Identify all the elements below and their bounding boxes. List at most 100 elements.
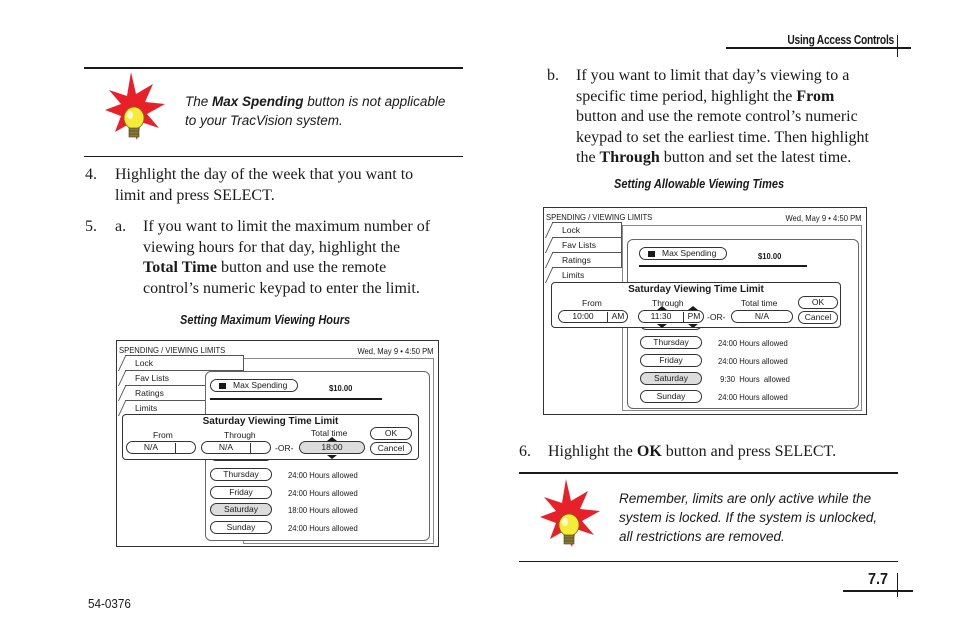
square-icon: [648, 251, 655, 257]
cancel-button[interactable]: Cancel: [370, 442, 412, 455]
through-ampm: PM: [687, 311, 701, 321]
max-spending-label: Max Spending: [662, 248, 717, 258]
step-5b-line2: specific time period, highlight the: [576, 87, 797, 105]
note-bottom-line3: all restrictions are removed.: [619, 529, 785, 544]
step-5-number: 5.: [85, 218, 97, 235]
through-field[interactable]: 11:30 PM: [638, 310, 704, 323]
step-5a-line4: control’s numeric keypad to enter the li…: [143, 279, 420, 297]
screen-allowable-viewing-times: SPENDING / VIEWING LIMITS Wed, May 9 • 4…: [543, 207, 867, 415]
step-5b-text: If you want to limit that day’s viewing …: [576, 66, 869, 169]
decrement-arrow-icon[interactable]: [688, 324, 698, 328]
step-6-bold: OK: [636, 443, 662, 460]
day-hours: 24:00 Hours allowed: [718, 392, 788, 402]
lightbulb-burst-icon: [540, 479, 600, 547]
note-bottom-line2: system is locked. If the system is unloc…: [619, 510, 878, 525]
total-time-field[interactable]: N/A: [731, 310, 793, 323]
tab-label: Lock: [135, 358, 153, 368]
footer-rule: [843, 590, 913, 592]
decrement-arrow-icon[interactable]: [657, 324, 667, 328]
max-spending-button[interactable]: Max Spending: [210, 379, 298, 392]
footer-tick: [897, 573, 898, 597]
note-top-line2: to your TracVision system.: [185, 113, 343, 128]
page-number: 7.7: [867, 571, 888, 588]
step-5a: 5. a. If you want to limit the maximum n…: [85, 217, 465, 302]
step-4-text: Highlight the day of the week that you w…: [115, 165, 413, 206]
note-bottom-line1: Remember, limits are only active while t…: [619, 491, 872, 506]
note-top-text: The Max Spending button is not applicabl…: [185, 92, 465, 130]
or-label: -OR-: [275, 443, 294, 453]
note-top-rule: [84, 67, 463, 69]
max-spending-button[interactable]: Max Spending: [639, 247, 727, 260]
ok-button[interactable]: OK: [370, 427, 412, 440]
cancel-button[interactable]: Cancel: [798, 311, 838, 324]
day-button-thursday[interactable]: Thursday: [210, 468, 272, 481]
tab-fav-lists[interactable]: Fav Lists: [545, 237, 622, 253]
day-hours: 24:00 Hours allowed: [288, 488, 358, 498]
total-time-value: N/A: [754, 311, 770, 321]
step-5b-line5-post: button and set the latest time.: [659, 149, 852, 166]
tab-lock[interactable]: Lock: [545, 222, 622, 238]
tab-lock[interactable]: Lock: [118, 355, 244, 371]
day-button-sunday[interactable]: Sunday: [210, 521, 272, 534]
from-value: 10:00: [572, 311, 594, 321]
note-top-post: button is not applicable: [303, 94, 446, 109]
or-label: -OR-: [707, 312, 726, 322]
day-button-saturday[interactable]: Saturday: [640, 372, 702, 385]
step-4-line1: Highlight the day of the week that you w…: [115, 166, 414, 183]
document-number: 54-0376: [88, 596, 131, 611]
increment-arrow-icon[interactable]: [657, 306, 667, 310]
day-hours: 24:00 Hours allowed: [288, 470, 358, 480]
decrement-arrow-icon[interactable]: [327, 455, 337, 459]
step-4-line2: limit and press SELECT.: [115, 186, 275, 204]
tab-label: Limits: [135, 403, 158, 413]
tab-label: Fav Lists: [135, 373, 170, 383]
day-button-friday[interactable]: Friday: [210, 486, 272, 499]
lightbulb-burst-icon: [105, 72, 165, 140]
note-top-bottom-rule: [84, 156, 463, 157]
day-hours: 24:00 Hours allowed: [718, 356, 788, 366]
note-bottom-bottom-rule: [519, 561, 898, 562]
max-spending-value: $10.00: [329, 383, 353, 393]
from-field[interactable]: 10:00 AM: [558, 310, 628, 323]
from-field[interactable]: N/A: [126, 441, 196, 454]
note-bottom-rule: [519, 472, 898, 474]
screen-date: Wed, May 9 • 4:50 PM: [357, 346, 434, 356]
ok-button[interactable]: OK: [798, 296, 838, 309]
field-separator: [175, 443, 176, 453]
step-4-number: 4.: [85, 166, 97, 183]
tab-label: Ratings: [562, 255, 591, 265]
step-5b-bold-from: From: [796, 87, 835, 105]
header-tick: [897, 35, 898, 57]
increment-arrow-icon[interactable]: [688, 306, 698, 310]
screen-title: SPENDING / VIEWING LIMITS: [546, 212, 653, 222]
tab-label: Fav Lists: [562, 240, 597, 250]
field-separator: [250, 443, 251, 453]
step-6-number: 6.: [519, 443, 531, 460]
day-button-sunday[interactable]: Sunday: [640, 390, 702, 403]
from-label: From: [582, 298, 602, 308]
through-field[interactable]: N/A: [201, 441, 271, 454]
increment-arrow-icon[interactable]: [327, 437, 337, 441]
step-6: 6. Highlight the OK button and press SEL…: [519, 442, 899, 464]
note-top-bold: Max Spending: [212, 94, 304, 109]
day-button-saturday[interactable]: Saturday: [210, 503, 272, 516]
tab-ratings[interactable]: Ratings: [545, 252, 622, 268]
square-icon: [219, 383, 226, 389]
dialog-title: Saturday Viewing Time Limit: [202, 416, 339, 427]
day-hours: 18:00 Hours allowed: [288, 505, 358, 515]
step-5a-line1: If you want to limit the maximum number …: [143, 218, 431, 235]
step-6-text: Highlight the OK button and press SELECT…: [548, 442, 836, 463]
screen-date: Wed, May 9 • 4:50 PM: [785, 213, 862, 223]
day-button-friday[interactable]: Friday: [640, 354, 702, 367]
total-time-field[interactable]: 18:00: [299, 441, 365, 454]
tab-label: Lock: [562, 225, 580, 235]
step-5a-text: If you want to limit the maximum number …: [143, 217, 430, 299]
step-5b-line4: keypad to set the earliest time. Then hi…: [576, 128, 869, 146]
step-5b: b. If you want to limit that day’s viewi…: [547, 66, 917, 171]
total-time-value: 18:00: [321, 442, 343, 452]
step-6-pre: Highlight the: [548, 443, 637, 460]
day-button-thursday[interactable]: Thursday: [640, 336, 702, 349]
tab-limits[interactable]: Limits: [545, 267, 622, 283]
through-label: Through: [224, 430, 256, 440]
step-5b-line1: If you want to limit that day’s viewing …: [576, 67, 850, 84]
